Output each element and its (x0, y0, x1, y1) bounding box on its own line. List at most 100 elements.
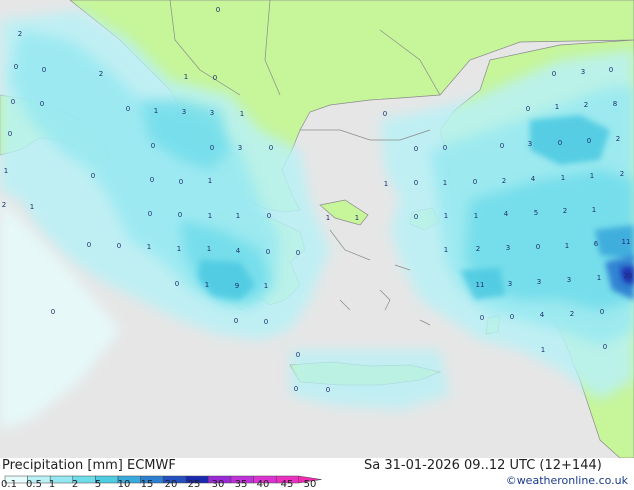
rain-value-label: 2 (18, 30, 22, 38)
rain-value-label: 0 (117, 242, 121, 250)
precipitation-map: 0200210000133100030100012100110001114000… (0, 0, 634, 459)
rain-value-label: 0 (179, 178, 183, 186)
rain-value-label: 0 (473, 178, 477, 186)
rain-value-label: 0 (600, 308, 604, 316)
scale-label: 2 (71, 479, 79, 490)
rain-value-label: 0 (326, 386, 330, 394)
rain-value-label: 0 (151, 142, 155, 150)
rain-value-label: 0 (91, 172, 95, 180)
rain-value-label: 0 (609, 66, 613, 74)
rain-value-label: 0 (383, 110, 387, 118)
scale-label: 30 (211, 479, 225, 490)
scale-label: 5 (94, 479, 102, 490)
rain-value-label: 1 (177, 245, 181, 253)
rain-value-label: 2 (99, 70, 103, 78)
rain-value-label: 1 (205, 281, 209, 289)
credit-link[interactable]: ©weatheronline.co.uk (506, 474, 628, 487)
rain-value-label: 0 (552, 70, 556, 78)
rain-value-label: 2 (476, 245, 480, 253)
scale-label: 1 (48, 479, 56, 490)
legend-title: Precipitation [mm] ECMWF (2, 458, 176, 473)
rain-value-label: 11 (476, 281, 485, 289)
rain-value-label: 2 (620, 170, 624, 178)
rain-value-label: 1 (355, 214, 359, 222)
rain-value-label: 0 (587, 137, 591, 145)
rain-value-label: 2 (2, 201, 6, 209)
rain-value-label: 3 (238, 144, 242, 152)
scale-label: 35 (234, 479, 248, 490)
rain-value-label: 1 (541, 346, 545, 354)
rain-value-label: 3 (508, 280, 512, 288)
rain-value-label: 8 (613, 100, 617, 108)
rain-value-label: 3 (528, 140, 532, 148)
rain-value-label: 1 (147, 243, 151, 251)
rain-value-label: 0 (126, 105, 130, 113)
rain-value-label: 1 (561, 174, 565, 182)
rain-value-label: 0 (536, 243, 540, 251)
rain-value-label: 1 (597, 274, 601, 282)
rain-value-label: 4 (236, 247, 241, 255)
rain-value-label: 3 (506, 244, 510, 252)
rain-value-label: 11 (622, 238, 631, 246)
rain-value-label: 0 (443, 144, 447, 152)
rain-value-label: 0 (500, 142, 504, 150)
rain-value-label: 0 (294, 385, 298, 393)
rain-value-label: 2 (570, 310, 574, 318)
rain-value-label: 1 (184, 73, 188, 81)
rain-value-label: 0 (216, 6, 220, 14)
rain-value-label: 0 (264, 318, 268, 326)
rain-value-label: 1 (208, 212, 212, 220)
rain-value-label: 1 (444, 246, 448, 254)
scale-label: 0.5 (26, 479, 42, 490)
rain-value-label: 0 (296, 249, 300, 257)
rain-value-label: 0 (414, 145, 418, 153)
rain-value-label: 0 (269, 144, 273, 152)
rain-value-label: 3 (210, 109, 214, 117)
rain-value-label: 2 (502, 177, 506, 185)
rain-value-label: 0 (42, 66, 46, 74)
rain-value-label: 0 (14, 63, 18, 71)
rain-area (290, 350, 450, 410)
rain-value-label: 4 (540, 311, 545, 319)
rain-value-label: 1 (4, 167, 8, 175)
scale-label: 40 (256, 479, 270, 490)
rain-value-label: 0 (210, 144, 214, 152)
rain-value-label: 0 (213, 74, 217, 82)
rain-value-label: 5 (534, 209, 538, 217)
rain-value-label: 1 (264, 282, 268, 290)
rain-value-label: 0 (510, 313, 514, 321)
scale-label: 10 (117, 479, 131, 490)
rain-value-label: 2 (584, 101, 588, 109)
rain-value-label: 3 (581, 68, 585, 76)
scale-label: 45 (280, 479, 294, 490)
rain-value-label: 0 (148, 210, 152, 218)
rain-value-label: 0 (480, 314, 484, 322)
rain-value-label: 0 (558, 139, 562, 147)
rain-value-label: 0 (51, 308, 55, 316)
rain-value-label: 1 (207, 245, 211, 253)
rain-value-label: 3 (182, 108, 186, 116)
rain-value-label: 9 (235, 282, 239, 290)
scale-label: 50 (303, 479, 317, 490)
rain-value-label: 1 (444, 212, 448, 220)
rain-value-label: 1 (384, 180, 388, 188)
rain-value-label: 0 (603, 343, 607, 351)
rain-value-label: 1 (208, 177, 212, 185)
rain-value-label: 1 (154, 107, 158, 115)
rain-value-label: 0 (266, 248, 270, 256)
rain-value-label: 4 (504, 210, 509, 218)
rain-value-label: 0 (234, 317, 238, 325)
rain-value-label: 1 (30, 203, 34, 211)
rain-value-label: 0 (87, 241, 91, 249)
rain-value-label: 1 (474, 212, 478, 220)
rain-value-label: 0 (296, 351, 300, 359)
rain-value-label: 2 (563, 207, 567, 215)
rain-value-label: 0 (175, 280, 179, 288)
rain-value-label: 0 (414, 179, 418, 187)
rain-value-label: 2 (616, 135, 620, 143)
scale-label: 15 (140, 479, 154, 490)
rain-value-label: 1 (240, 110, 244, 118)
rain-value-label: 6 (594, 240, 599, 248)
rain-value-label: 1 (326, 214, 330, 222)
scale-label: 25 (187, 479, 201, 490)
